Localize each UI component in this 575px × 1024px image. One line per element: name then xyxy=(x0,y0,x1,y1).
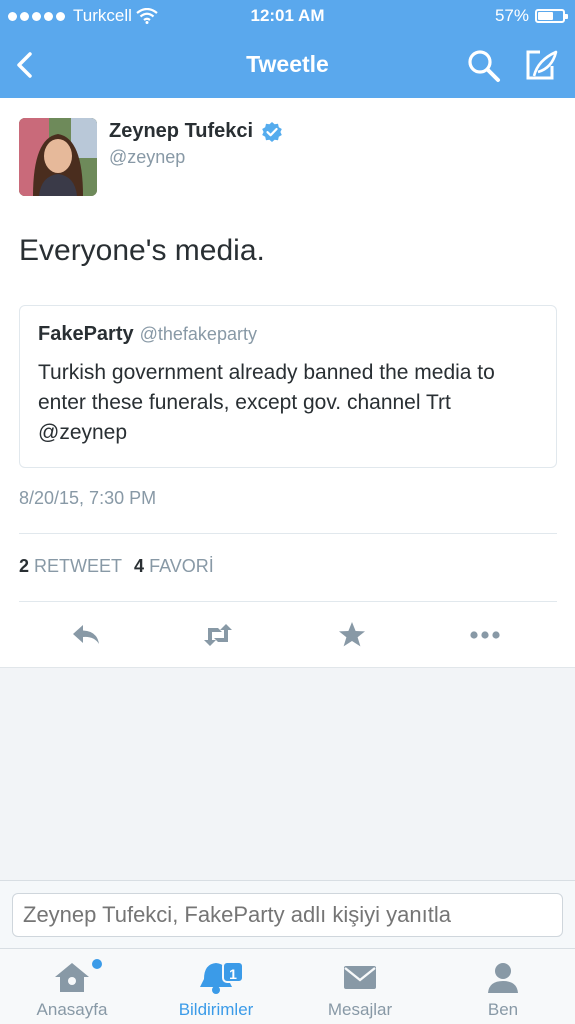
header: Turkcell 12:01 AM 57% Tweetle xyxy=(0,0,575,98)
new-content-dot xyxy=(92,959,102,969)
tab-messages[interactable]: Mesajlar xyxy=(290,949,430,1024)
author-handle[interactable]: @zeynep xyxy=(109,147,185,168)
tab-notifications[interactable]: 1 Bildirimler xyxy=(146,949,286,1024)
author-name[interactable]: Zeynep Tufekci xyxy=(109,120,283,143)
tab-label: Bildirimler xyxy=(178,1000,254,1019)
status-bar: Turkcell 12:01 AM 57% xyxy=(0,0,575,34)
tweet-card: Zeynep Tufekci @zeynep Everyone's media.… xyxy=(0,98,575,668)
reply-bar xyxy=(0,880,575,948)
tweet-detail-screen: Turkcell 12:01 AM 57% Tweetle Zeynep Tuf… xyxy=(0,0,575,1024)
retweet-icon[interactable] xyxy=(200,618,236,652)
tab-profile[interactable]: Ben xyxy=(433,949,573,1024)
verified-badge-icon xyxy=(262,121,282,142)
quoted-tweet[interactable]: FakeParty @thefakeparty Turkish governmen… xyxy=(19,305,557,468)
tweet-text: Everyone's media. xyxy=(19,234,265,267)
avatar[interactable] xyxy=(19,118,97,196)
tweet-timestamp: 8/20/15, 7:30 PM xyxy=(19,488,157,508)
battery-percent: 57% xyxy=(494,6,529,25)
compose-icon[interactable] xyxy=(522,46,560,84)
more-icon[interactable] xyxy=(467,618,503,652)
battery-icon xyxy=(535,9,568,23)
tab-label: Anasayfa xyxy=(36,1000,108,1019)
tab-label: Mesajlar xyxy=(327,1000,393,1019)
envelope-icon xyxy=(344,966,376,989)
tab-bar: Anasayfa 1 Bildirimler Mesajlar Ben xyxy=(0,948,575,1024)
quoted-tweet-text: Turkish government already banned the me… xyxy=(38,361,495,444)
home-icon xyxy=(55,963,89,992)
tab-label: Ben xyxy=(487,1000,519,1019)
person-icon xyxy=(488,963,518,993)
search-icon[interactable] xyxy=(466,48,502,84)
retweet-stat[interactable]: 2 RETWEET xyxy=(19,556,122,577)
nav-bar: Tweetle xyxy=(0,34,575,98)
star-icon[interactable] xyxy=(334,618,370,652)
quoted-author-name: FakeParty xyxy=(38,323,134,345)
clock: 12:01 AM xyxy=(250,6,325,25)
reply-icon[interactable] xyxy=(68,618,104,652)
tweet-stats: 2 RETWEET 4 FAVORİ xyxy=(19,556,214,577)
divider xyxy=(19,533,557,534)
notification-badge: 1 xyxy=(222,961,244,983)
divider xyxy=(19,601,557,602)
favorite-stat[interactable]: 4 FAVORİ xyxy=(134,556,214,577)
quoted-author-handle: @thefakeparty xyxy=(139,324,257,344)
tab-home[interactable]: Anasayfa xyxy=(2,949,142,1024)
reply-input[interactable] xyxy=(12,893,563,937)
